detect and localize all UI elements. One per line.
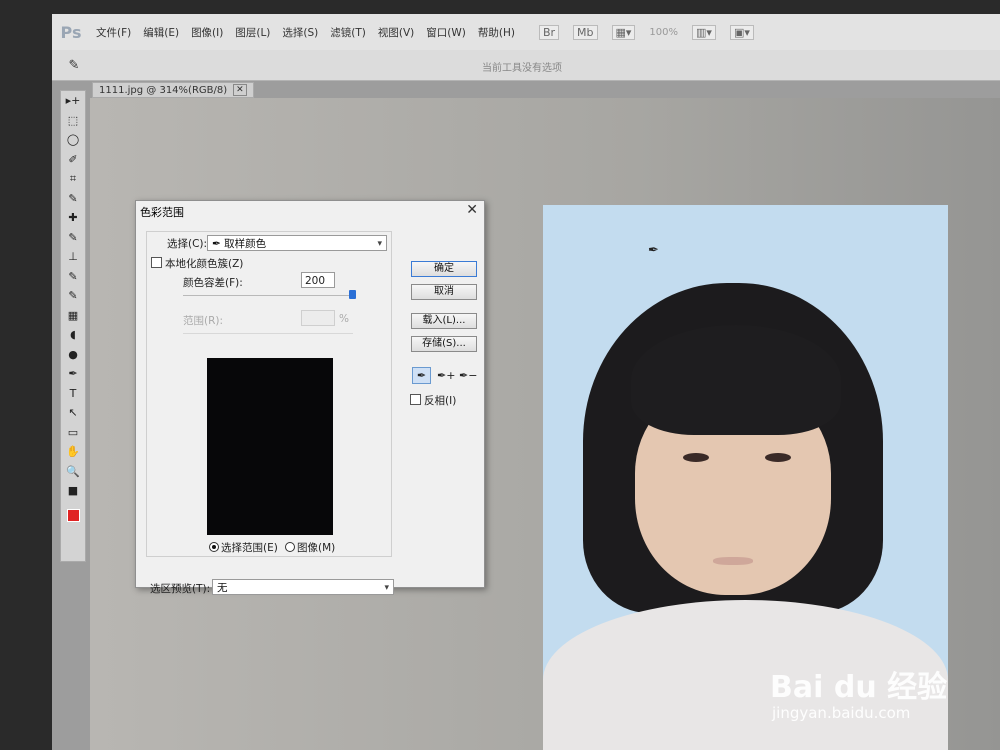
selection-preview-image — [207, 358, 333, 535]
localized-clusters-label: 本地化颜色簇(Z) — [165, 258, 244, 270]
dialog-close-icon[interactable]: ✕ — [466, 202, 478, 218]
zoom-level[interactable]: 100% — [649, 27, 678, 38]
menu-item[interactable]: 编辑(E) — [137, 25, 185, 40]
tool-icon[interactable]: ✋ — [61, 442, 85, 462]
photoshop-window: Ps 文件(F) 编辑(E) 图像(I) 图层(L) 选择(S) 滤镜(T) 视图(V) 窗口… — [52, 14, 1000, 750]
photo-eye-right — [765, 453, 791, 462]
tool-icon[interactable]: ◯ — [61, 130, 85, 150]
cancel-button[interactable]: 取消 — [411, 284, 477, 300]
radio-selection-label: 选择范围(E) — [221, 542, 278, 554]
menubar-icons: Br Mb ▦▾ 100% ▥▾ ▣▾ — [538, 24, 754, 40]
tool-icon[interactable]: ■ — [61, 481, 85, 501]
photo-eye-left — [683, 453, 709, 462]
baidu-watermark-logo: Bai du 经验 — [770, 670, 948, 705]
range-label: 范围(R): — [183, 315, 224, 327]
tool-icon[interactable]: ⊥ — [61, 247, 85, 267]
selection-preview-value: 无 — [217, 582, 228, 594]
tool-icon[interactable]: ▸+ — [61, 91, 85, 111]
localized-clusters-row[interactable]: 本地化颜色簇(Z) — [151, 256, 243, 271]
select-dropdown-value: 取样颜色 — [224, 238, 267, 250]
arrange-documents-icon[interactable]: ▥▾ — [692, 24, 716, 40]
foreground-color-swatch[interactable] — [67, 509, 80, 522]
selection-preview-dropdown[interactable]: 无 ▾ — [212, 579, 394, 595]
tool-icon[interactable]: ◖ — [61, 325, 85, 345]
range-input — [301, 310, 335, 326]
tool-icon[interactable]: ✎ — [61, 189, 85, 209]
save-button[interactable]: 存储(S)... — [411, 336, 477, 352]
menu-item[interactable]: 文件(F) — [90, 25, 137, 40]
tool-icon[interactable]: ↖ — [61, 403, 85, 423]
range-slider-track — [183, 333, 353, 334]
dialog-title: 色彩范围 — [140, 206, 184, 219]
close-icon[interactable]: ✕ — [233, 84, 247, 96]
fuzziness-slider-thumb[interactable] — [349, 290, 356, 299]
ok-button[interactable]: 确定 — [411, 261, 477, 277]
color-range-dialog: 色彩范围 ✕ 选择(C): ✒ 取样颜色 ▾ 本地化颜色簇(Z) 颜色容差(F)… — [135, 200, 485, 595]
tool-icon[interactable]: ✎ — [61, 267, 85, 287]
tool-icon[interactable]: ⬚ — [61, 111, 85, 131]
select-dropdown[interactable]: ✒ 取样颜色 ▾ — [207, 235, 387, 251]
menu-item[interactable]: 帮助(H) — [472, 25, 521, 40]
chevron-down-icon: ▾ — [384, 583, 389, 593]
photo-bangs — [631, 325, 841, 435]
add-to-sample-eyedropper-icon[interactable]: ✒+ — [436, 367, 455, 384]
menu-item[interactable]: 窗口(W) — [420, 25, 472, 40]
load-button[interactable]: 载入(L)... — [411, 313, 477, 329]
eyedropper-icon: ✒ — [212, 238, 221, 250]
document-tab-label: 1111.jpg @ 314%(RGB/8) — [99, 84, 228, 96]
eyedropper-tool-icon[interactable]: ✒ — [412, 367, 431, 384]
options-hint: 当前工具没有选项 — [482, 63, 562, 74]
view-extras-icon[interactable]: ▦▾ — [611, 24, 636, 40]
fuzziness-slider-track[interactable] — [183, 295, 353, 296]
watermark-url: jingyan.baidu.com — [772, 704, 911, 722]
menu-bar: Ps 文件(F) 编辑(E) 图像(I) 图层(L) 选择(S) 滤镜(T) 视图(V) 窗口… — [52, 14, 1000, 51]
toolbox: ▸+ ⬚ ◯ ✐ ⌗ ✎ ✚ ✎ ⊥ ✎ ✎ ▦ ◖ ● ✒ T ↖ ▭ ✋ 🔍 ■ — [60, 90, 86, 562]
tool-icon[interactable]: 🔍 — [61, 462, 85, 482]
range-unit: % — [339, 313, 349, 325]
document-tab[interactable]: 1111.jpg @ 314%(RGB/8) ✕ — [92, 82, 254, 98]
app-logo: Ps — [60, 22, 82, 42]
menu-item[interactable]: 视图(V) — [372, 25, 420, 40]
select-label: 选择(C): — [167, 238, 208, 250]
current-tool-icon[interactable]: ✎ — [52, 58, 96, 73]
tool-icon[interactable]: T — [61, 384, 85, 404]
radio-image-row[interactable]: 图像(M) — [285, 540, 335, 555]
bridge-icon[interactable]: Br — [538, 24, 560, 40]
tool-icon[interactable]: ✒ — [61, 364, 85, 384]
tool-icon[interactable]: ▭ — [61, 423, 85, 443]
screen-mode-icon[interactable]: ▣▾ — [729, 24, 754, 40]
radio-image-label: 图像(M) — [297, 542, 336, 554]
tool-icon[interactable]: ✎ — [61, 228, 85, 248]
menu-item[interactable]: 选择(S) — [276, 25, 324, 40]
menu-item[interactable]: 滤镜(T) — [324, 25, 372, 40]
menu-item[interactable]: 图像(I) — [185, 25, 229, 40]
chevron-down-icon: ▾ — [377, 239, 382, 249]
selection-preview-label: 选区预览(T): — [150, 583, 211, 595]
tool-icon[interactable]: ▦ — [61, 306, 85, 326]
fuzziness-label: 颜色容差(F): — [183, 277, 243, 289]
eyedropper-cursor-icon: ✒ — [648, 243, 659, 258]
invert-label: 反相(I) — [424, 395, 457, 407]
menu-items: 文件(F) 编辑(E) 图像(I) 图层(L) 选择(S) 滤镜(T) 视图(V) 窗口(W)… — [90, 25, 521, 40]
options-bar: ✎ 当前工具没有选项 — [52, 50, 1000, 81]
radio-selection-row[interactable]: 选择范围(E) — [209, 540, 278, 555]
tool-icon[interactable]: ✎ — [61, 286, 85, 306]
menu-item[interactable]: 图层(L) — [229, 25, 276, 40]
photo-mouth — [713, 557, 753, 565]
subtract-from-sample-eyedropper-icon[interactable]: ✒− — [458, 367, 477, 384]
fuzziness-input[interactable]: 200 — [301, 272, 335, 288]
radio-selection-button[interactable] — [209, 542, 219, 552]
invert-row[interactable]: 反相(I) — [410, 393, 456, 408]
tool-icon[interactable]: ● — [61, 345, 85, 365]
invert-checkbox[interactable] — [410, 394, 421, 405]
mini-bridge-icon[interactable]: Mb — [573, 24, 598, 40]
tool-icon[interactable]: ✐ — [61, 150, 85, 170]
localized-clusters-checkbox[interactable] — [151, 257, 162, 268]
tool-icon[interactable]: ✚ — [61, 208, 85, 228]
selection-groupbox: 选择(C): ✒ 取样颜色 ▾ 本地化颜色簇(Z) 颜色容差(F): 200 范… — [146, 231, 392, 557]
tool-icon[interactable]: ⌗ — [61, 169, 85, 189]
radio-image-button[interactable] — [285, 542, 295, 552]
